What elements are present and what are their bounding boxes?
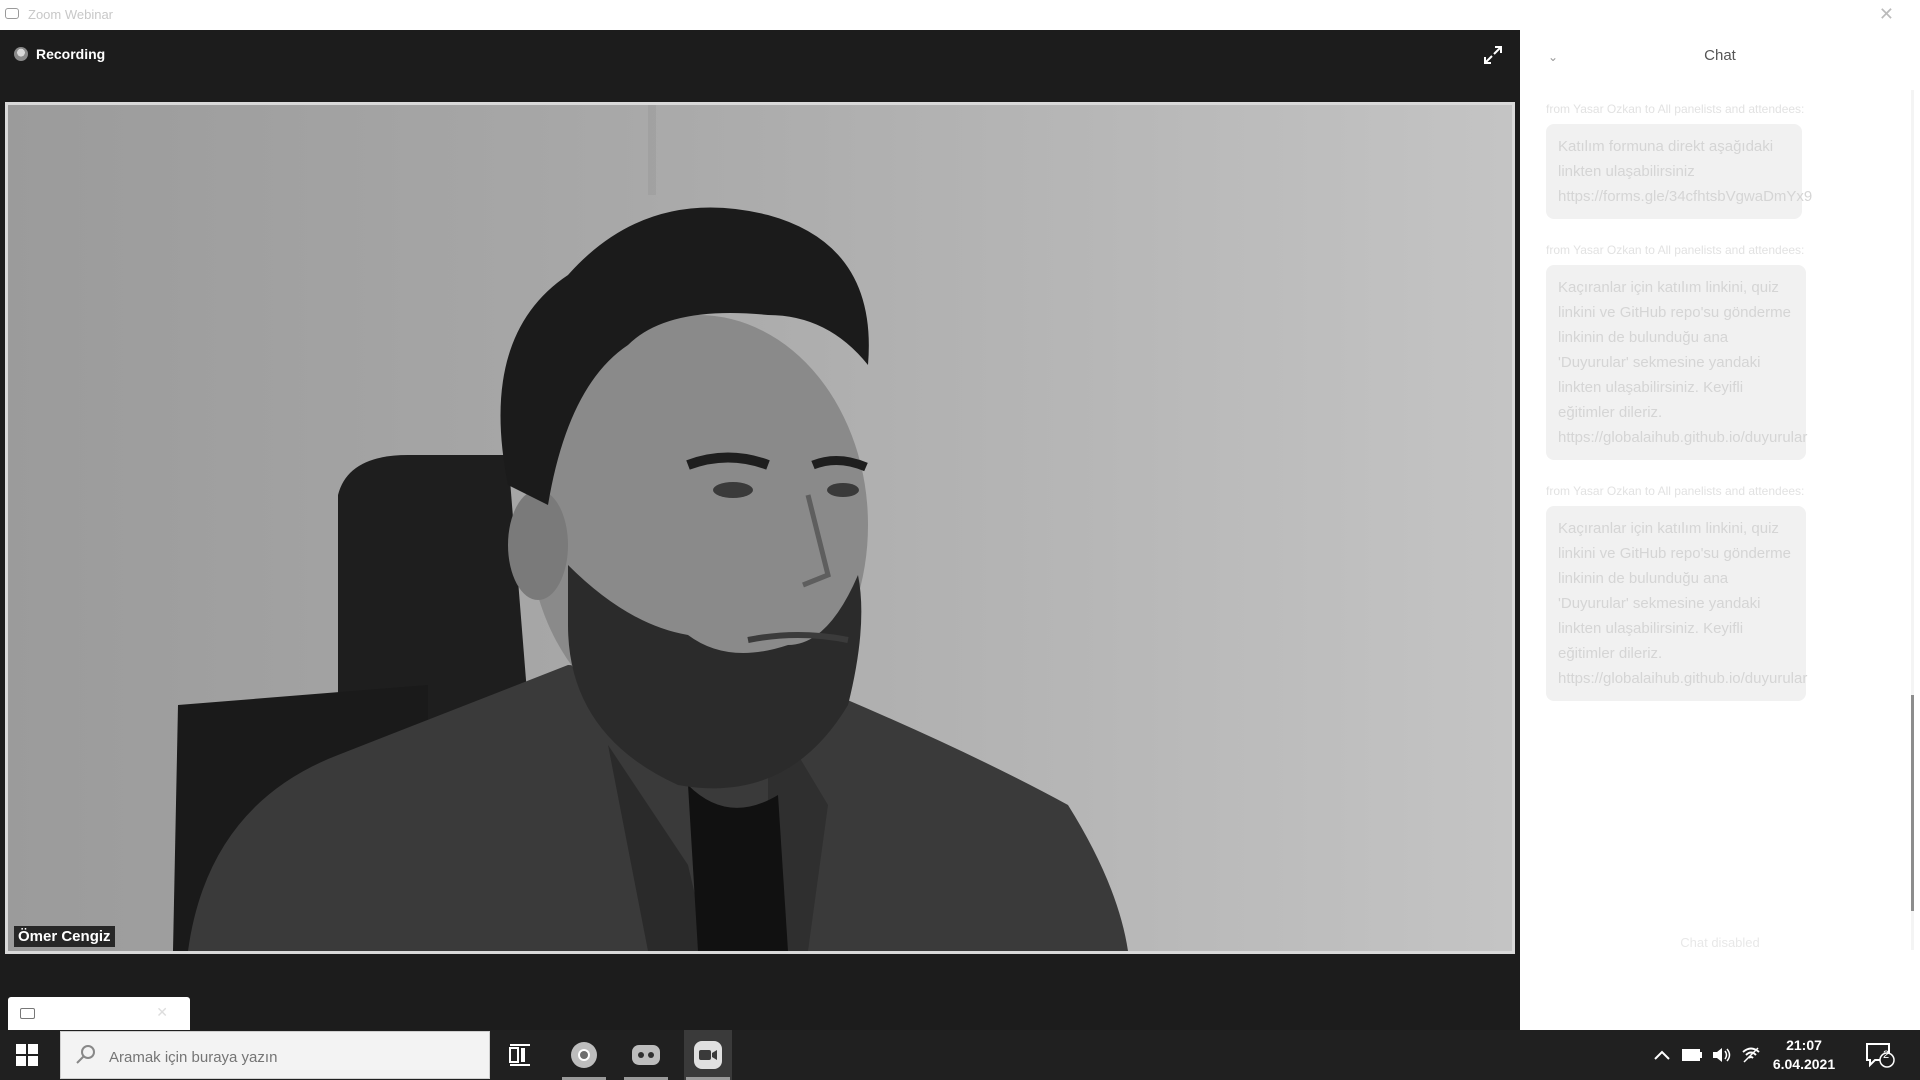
- message-meta: from Yasar Ozkan to All panelists and at…: [1546, 102, 1805, 116]
- task-view-icon: [509, 1044, 530, 1066]
- recording-indicator: Recording: [14, 46, 105, 62]
- zoom-icon: [694, 1041, 722, 1069]
- taskbar-clock[interactable]: 21:07 6.04.2021: [1762, 1036, 1846, 1074]
- notification-count: 2: [1882, 1049, 1890, 1061]
- message-bubble[interactable]: Kaçıranlar için katılım linkini, quiz li…: [1546, 265, 1807, 460]
- windows-start-icon[interactable]: [16, 1044, 38, 1066]
- search-icon: [76, 1045, 95, 1064]
- notification-center-icon[interactable]: 2: [1862, 1030, 1898, 1080]
- discord-icon: [632, 1045, 660, 1065]
- recording-label: Recording: [36, 46, 106, 62]
- participant-name-tag: Ömer Cengiz: [14, 926, 115, 947]
- clock-date: 6.04.2021: [1772, 1056, 1836, 1072]
- window-title: Zoom Webinar: [28, 7, 114, 22]
- participant-video-frame: [173, 105, 1128, 951]
- minimized-window-tab[interactable]: ✕: [8, 997, 190, 1031]
- close-icon[interactable]: ✕: [156, 1004, 168, 1021]
- zoom-window-icon: [20, 1008, 35, 1019]
- zoom-app-icon: [5, 8, 19, 19]
- message-bubble[interactable]: Katılım formuna direkt aşağıdaki linkten…: [1546, 124, 1812, 219]
- clock-time: 21:07: [1786, 1037, 1822, 1053]
- battery-icon[interactable]: [1678, 1030, 1706, 1080]
- message-meta: from Yasar Ozkan to All panelists and at…: [1546, 243, 1805, 257]
- chat-title: Chat: [1704, 47, 1736, 64]
- video-stage: Recording Ömer Cengiz: [0, 30, 1520, 1030]
- taskbar-app-chrome[interactable]: [560, 1030, 608, 1080]
- taskbar-app-discord[interactable]: [622, 1030, 670, 1080]
- volume-icon[interactable]: [1708, 1030, 1736, 1080]
- expand-icon[interactable]: [1482, 44, 1504, 66]
- taskbar-search-box[interactable]: [60, 1031, 490, 1079]
- network-icon[interactable]: [1738, 1030, 1764, 1080]
- chat-message-list: from Yasar Ozkan to All panelists and at…: [1546, 100, 1886, 723]
- chat-panel: ⌄ Chat from Yasar Ozkan to All panelists…: [1520, 30, 1920, 1030]
- chat-scrollbar-thumb[interactable]: [1911, 695, 1914, 911]
- message-bubble[interactable]: Kaçıranlar için katılım linkini, quiz li…: [1546, 506, 1807, 701]
- close-icon[interactable]: ✕: [1879, 4, 1894, 25]
- search-input[interactable]: [107, 1044, 471, 1070]
- taskbar-app-zoom[interactable]: [684, 1030, 732, 1080]
- task-view-button[interactable]: [496, 1030, 544, 1080]
- recording-dot-icon: [14, 47, 28, 61]
- window-titlebar: Zoom Webinar ✕: [0, 0, 1920, 30]
- chrome-icon: [571, 1042, 597, 1068]
- message-meta: from Yasar Ozkan to All panelists and at…: [1546, 484, 1805, 498]
- chat-footer-hint: Chat disabled: [1680, 935, 1760, 950]
- windows-taskbar: 21:07 6.04.2021 2: [0, 1030, 1920, 1080]
- tray-chevron-up-icon[interactable]: [1650, 1030, 1674, 1080]
- participant-video[interactable]: Ömer Cengiz: [5, 102, 1515, 954]
